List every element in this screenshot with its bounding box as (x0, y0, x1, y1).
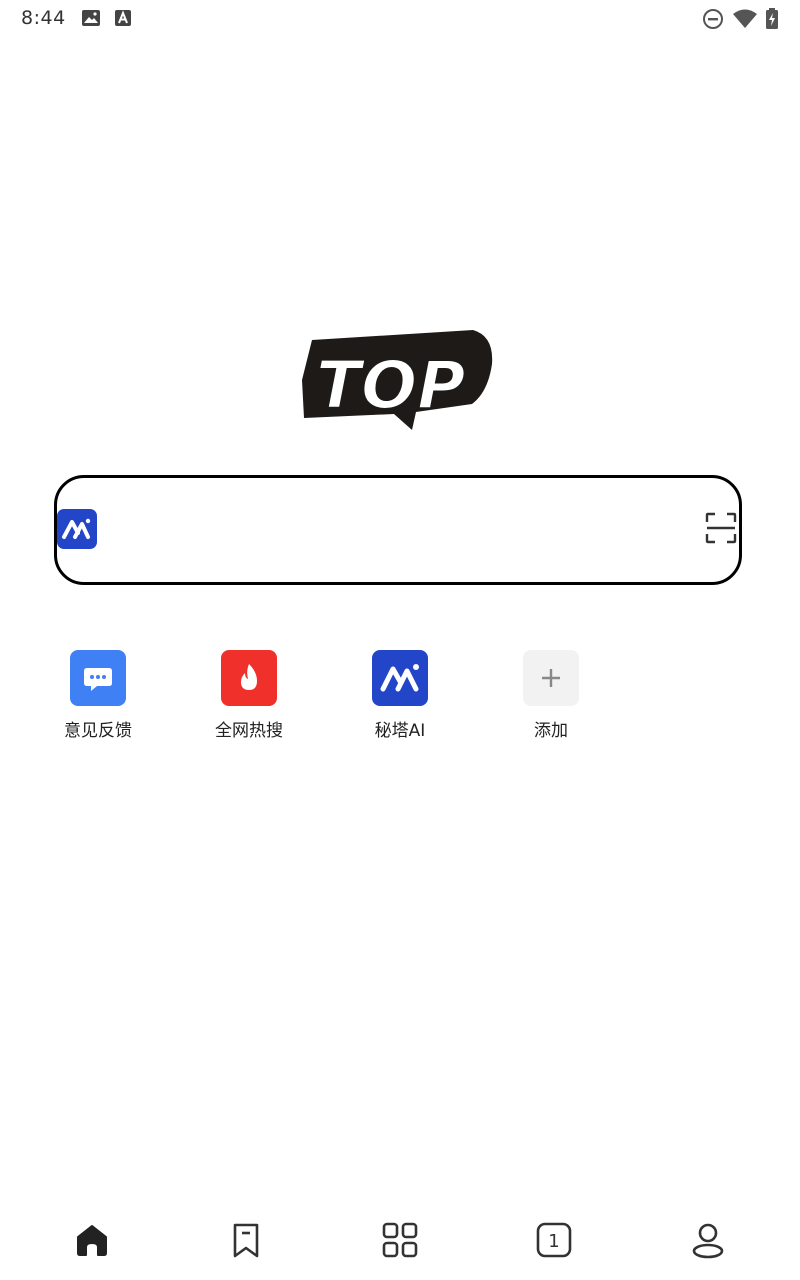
tab-tabs[interactable]: 1 (534, 1220, 574, 1260)
shortcut-label: 意见反馈 (64, 721, 132, 741)
shortcut-feedback[interactable]: 意见反馈 (43, 650, 153, 741)
tab-apps[interactable] (380, 1220, 420, 1260)
tab-home[interactable] (72, 1220, 112, 1260)
mita-ai-icon (372, 650, 428, 706)
logo-text: TOP (316, 347, 466, 424)
profile-icon (692, 1223, 724, 1259)
search-input[interactable] (113, 508, 677, 554)
shortcut-hot-search[interactable]: 全网热搜 (194, 650, 304, 741)
shortcut-label: 全网热搜 (215, 721, 283, 741)
top-logo: TOP (298, 326, 496, 434)
feedback-chat-icon (70, 650, 126, 706)
home-icon (77, 1225, 107, 1256)
shortcut-label: 秘塔AI (374, 721, 426, 741)
bookmark-icon (233, 1223, 259, 1258)
search-bar[interactable] (54, 475, 742, 585)
plus-icon (523, 650, 579, 706)
font-download-icon (114, 8, 132, 32)
status-bar: 8:44 (0, 0, 800, 36)
battery-charging-icon (765, 8, 779, 34)
status-time: 8:44 (21, 7, 66, 29)
scan-icon[interactable] (705, 512, 737, 544)
wifi-icon (732, 8, 758, 34)
tabs-count: 1 (548, 1231, 559, 1252)
tab-profile[interactable] (688, 1220, 728, 1260)
grid-icon (382, 1222, 418, 1258)
hot-fire-icon (221, 650, 277, 706)
shortcut-mita-ai[interactable]: 秘塔AI (345, 650, 455, 741)
tabs-count-icon: 1 (536, 1222, 572, 1258)
image-icon (81, 8, 101, 32)
shortcut-add[interactable]: 添加 (496, 650, 606, 741)
tab-bookmarks[interactable] (226, 1220, 266, 1260)
mita-ai-icon[interactable] (57, 509, 97, 549)
shortcut-label: 添加 (534, 721, 568, 741)
do-not-disturb-icon (702, 8, 724, 34)
bottom-tab-bar: 1 (0, 1200, 800, 1280)
